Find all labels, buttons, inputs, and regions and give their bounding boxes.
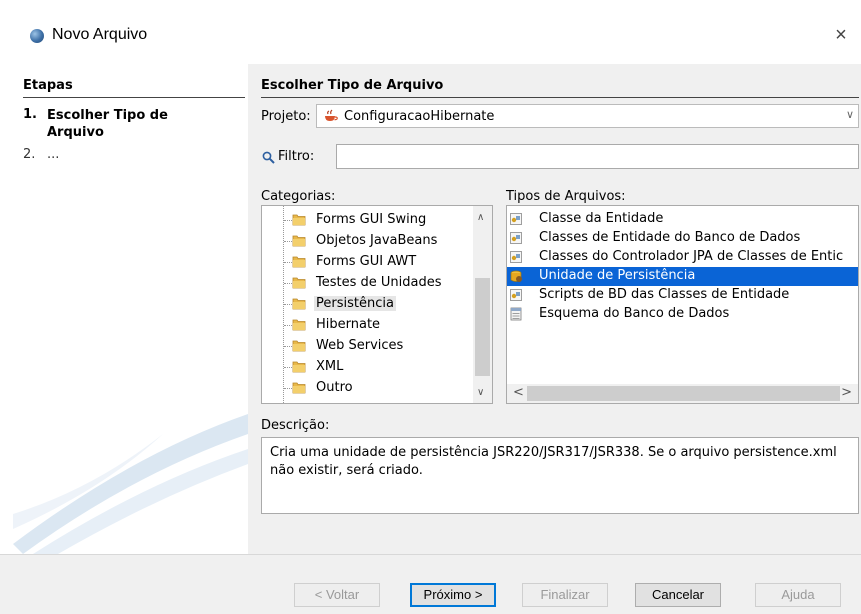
category-item[interactable]: Testes de Unidades <box>262 273 472 294</box>
cancel-button[interactable]: Cancelar <box>635 583 721 607</box>
folder-icon <box>292 382 306 394</box>
filter-input[interactable] <box>336 144 859 169</box>
database-schema-icon <box>510 307 522 321</box>
category-label: Persistência <box>314 296 396 311</box>
category-label: Forms GUI AWT <box>316 254 417 269</box>
file-types-list[interactable]: Classe da Entidade Classes de Entidade do… <box>506 205 859 404</box>
tree-guide-line <box>284 241 292 242</box>
step-number: 1. <box>23 107 37 122</box>
main-panel: Escolher Tipo de Arquivo Projeto: Config… <box>248 64 861 554</box>
file-type-item[interactable]: Classes do Controlador JPA de Classes de… <box>507 248 858 267</box>
category-item[interactable]: Forms GUI Swing <box>262 210 472 231</box>
file-type-item[interactable]: Classes de Entidade do Banco de Dados <box>507 229 858 248</box>
divider <box>23 97 245 98</box>
tree-guide-line <box>284 346 292 347</box>
category-item[interactable]: Outro <box>262 378 472 399</box>
tree-guide-line <box>284 304 292 305</box>
scrollbar-thumb[interactable] <box>527 386 840 401</box>
folder-icon <box>292 214 306 226</box>
finish-button[interactable]: Finalizar <box>522 583 608 607</box>
tree-guide-line <box>284 262 292 263</box>
scroll-up-icon[interactable]: ∧ <box>477 212 484 223</box>
file-type-item[interactable]: Classe da Entidade <box>507 210 858 229</box>
persistence-unit-icon <box>510 270 522 282</box>
close-button[interactable]: × <box>828 22 854 48</box>
entity-class-icon <box>510 213 522 225</box>
folder-icon <box>292 340 306 352</box>
divider <box>261 97 859 98</box>
folder-icon <box>292 277 306 289</box>
step-label: Escolher Tipo de Arquivo <box>47 108 168 140</box>
search-icon <box>262 151 275 164</box>
tree-guide-line <box>284 220 292 221</box>
project-label: Projeto: <box>261 109 311 124</box>
file-type-item[interactable]: Scripts de BD das Classes de Entidade <box>507 286 858 305</box>
category-label: Outro <box>316 380 353 395</box>
step-item: 2.... <box>23 147 59 162</box>
scroll-right-icon[interactable]: > <box>841 385 852 400</box>
file-type-item[interactable]: Esquema do Banco de Dados <box>507 305 858 324</box>
scroll-down-icon[interactable]: ∨ <box>477 387 484 398</box>
steps-panel: Etapas 1. Escolher Tipo de Arquivo 2.... <box>13 64 248 554</box>
description-label: Descrição: <box>261 418 330 433</box>
description-text: Cria uma unidade de persistência JSR220/… <box>261 437 859 514</box>
file-type-label: Classes de Entidade do Banco de Dados <box>539 230 801 245</box>
category-label: Web Services <box>316 338 404 353</box>
tree-guide-line <box>284 325 292 326</box>
entity-class-icon <box>510 232 522 244</box>
categories-tree[interactable]: Forms GUI Swing Objetos JavaBeans Forms GU… <box>261 205 493 404</box>
file-type-label: Unidade de Persistência <box>539 268 696 283</box>
folder-icon <box>292 298 306 310</box>
tree-guide-line <box>284 283 292 284</box>
back-button[interactable]: < Voltar <box>294 583 380 607</box>
category-item[interactable]: XML <box>262 357 472 378</box>
decorative-swoosh <box>13 414 248 554</box>
entity-class-icon <box>510 289 522 301</box>
step-label: ... <box>47 147 60 162</box>
category-item[interactable]: Forms GUI AWT <box>262 252 472 273</box>
folder-icon <box>292 319 306 331</box>
section-title: Escolher Tipo de Arquivo <box>261 78 444 93</box>
category-item[interactable]: Hibernate <box>262 315 472 336</box>
folder-icon <box>292 256 306 268</box>
category-label: XML <box>316 359 344 374</box>
tree-guide-line <box>284 388 292 389</box>
title-bar: Novo Arquivo × <box>0 0 861 60</box>
category-item[interactable]: Objetos JavaBeans <box>262 231 472 252</box>
entity-class-icon <box>510 251 522 263</box>
scroll-left-icon[interactable]: < <box>513 385 524 400</box>
chevron-down-icon: ∨ <box>845 108 854 121</box>
filter-label: Filtro: <box>278 149 315 164</box>
scrollbar-thumb[interactable] <box>475 278 490 376</box>
file-type-label: Scripts de BD das Classes de Entidade <box>539 287 790 302</box>
java-project-icon <box>325 109 338 121</box>
project-select[interactable]: ConfiguracaoHibernate ∨ <box>316 104 859 128</box>
step-number: 2. <box>23 147 36 162</box>
help-button[interactable]: Ajuda <box>755 583 841 607</box>
file-type-label: Classe da Entidade <box>539 211 664 226</box>
file-type-label: Esquema do Banco de Dados <box>539 306 730 321</box>
category-label: Testes de Unidades <box>316 275 442 290</box>
step-item: 1. Escolher Tipo de Arquivo <box>23 107 197 141</box>
category-label: Hibernate <box>316 317 381 332</box>
horizontal-scrollbar[interactable]: < > <box>507 384 858 403</box>
file-type-item[interactable]: Unidade de Persistência <box>507 267 858 286</box>
project-value: ConfiguracaoHibernate <box>344 109 495 124</box>
category-item[interactable]: Web Services <box>262 336 472 357</box>
category-label: Forms GUI Swing <box>316 212 427 227</box>
folder-icon <box>292 361 306 373</box>
file-type-label: Classes do Controlador JPA de Classes de… <box>539 249 844 264</box>
app-icon <box>30 29 44 43</box>
steps-header: Etapas <box>23 78 73 93</box>
button-bar: < Voltar Próximo > Finalizar Cancelar Aj… <box>0 554 861 614</box>
tree-guide-line <box>284 367 292 368</box>
category-item[interactable]: Persistência <box>262 294 472 315</box>
vertical-scrollbar[interactable]: ∧ ∨ <box>473 206 492 403</box>
file-types-label: Tipos de Arquivos: <box>506 189 626 204</box>
window-title: Novo Arquivo <box>52 26 148 43</box>
categories-label: Categorias: <box>261 189 336 204</box>
folder-icon <box>292 235 306 247</box>
next-button[interactable]: Próximo > <box>410 583 496 607</box>
category-label: Objetos JavaBeans <box>316 233 438 248</box>
